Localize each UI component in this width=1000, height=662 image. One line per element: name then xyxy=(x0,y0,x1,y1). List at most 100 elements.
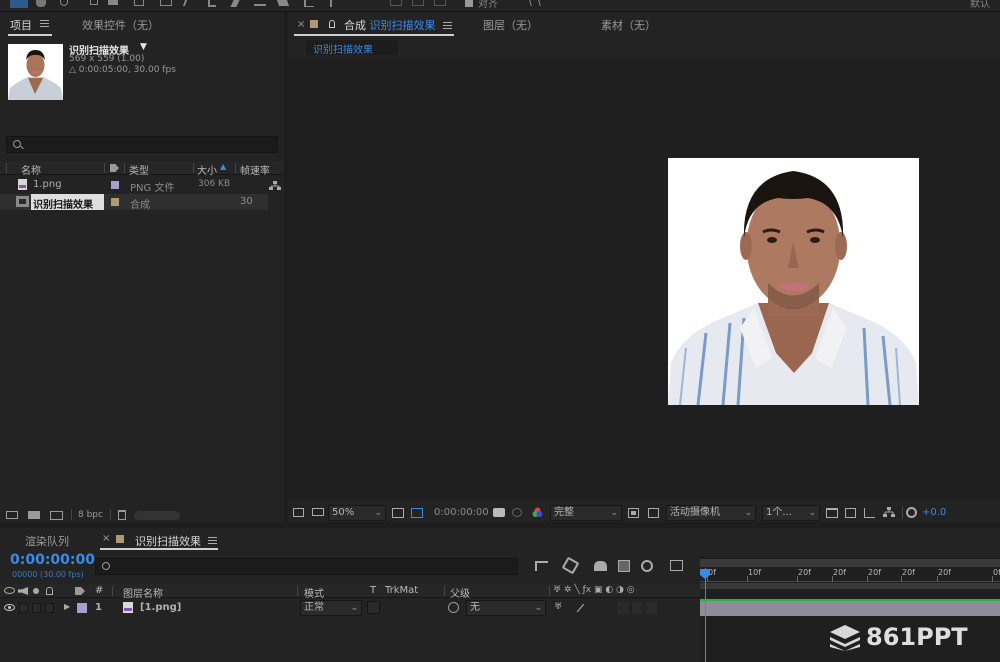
views-select[interactable]: 1个... ⌄ xyxy=(762,505,820,521)
pan-behind-tool-icon[interactable] xyxy=(134,0,144,6)
tab-project[interactable]: 项目 xyxy=(10,17,32,33)
close-tab-icon[interactable]: × xyxy=(102,533,110,544)
label-tag-icon[interactable] xyxy=(110,164,119,172)
comp-mini-flowchart-icon[interactable] xyxy=(535,561,548,571)
mask-visibility-icon[interactable] xyxy=(411,508,423,518)
text-tool-icon[interactable] xyxy=(208,0,216,7)
tab-layer[interactable]: 图层（无） xyxy=(483,17,538,33)
timeline-current-time[interactable]: 0:00:00:00 xyxy=(10,552,95,568)
time-navigator[interactable] xyxy=(700,559,1000,567)
fast-previews-icon[interactable] xyxy=(845,508,856,518)
work-area-bar[interactable] xyxy=(700,583,1000,589)
playhead-line[interactable] xyxy=(705,568,706,662)
interpret-footage-icon[interactable] xyxy=(6,511,18,519)
panel-menu-icon[interactable] xyxy=(40,20,49,27)
audio-toggle[interactable] xyxy=(19,603,28,613)
tab-render-queue[interactable]: 渲染队列 xyxy=(25,533,69,549)
preview-dropdown-icon[interactable]: ▼ xyxy=(140,42,147,52)
tab-composition[interactable]: 合成 识别扫描效果 xyxy=(344,17,436,33)
monitor-icon[interactable] xyxy=(312,508,324,516)
camera-select[interactable]: 活动摄像机 ⌄ xyxy=(666,505,756,521)
color-channels-icon[interactable] xyxy=(532,507,543,518)
video-visibility-icon[interactable] xyxy=(4,587,15,594)
clone-stamp-tool-icon[interactable] xyxy=(254,0,266,6)
exposure-reset-icon[interactable] xyxy=(906,507,917,518)
tab-footage[interactable]: 素材（无） xyxy=(601,17,656,33)
toggle-pixel-aspect-icon[interactable] xyxy=(826,508,838,518)
timeline-icon[interactable] xyxy=(864,508,875,518)
switch-slot[interactable] xyxy=(618,602,629,614)
time-ruler[interactable]: 0f 10f 20f 20f 20f 20f 20f 0f xyxy=(700,568,1000,582)
column-size[interactable]: 大小 xyxy=(197,162,217,177)
quality-switch-icon[interactable] xyxy=(576,603,585,613)
zoom-select[interactable]: 50% ⌄ xyxy=(328,505,386,521)
workspace-label[interactable]: 默认 xyxy=(970,0,990,10)
rectangle-tool-icon[interactable] xyxy=(160,0,172,6)
parent-select[interactable]: 无 ⌄ xyxy=(466,600,546,616)
item-label-swatch[interactable] xyxy=(111,181,119,189)
switch-slot[interactable] xyxy=(646,602,657,614)
audio-icon[interactable] xyxy=(18,587,28,595)
draft-3d-icon[interactable] xyxy=(561,556,580,575)
list-item[interactable]: 识别扫描效果 合成 30 xyxy=(0,194,268,211)
bit-depth-button[interactable]: 8 bpc xyxy=(78,510,103,520)
preserve-transparency-toggle[interactable] xyxy=(367,601,380,614)
panel-menu-icon[interactable] xyxy=(208,537,217,544)
world-axis-icon[interactable] xyxy=(412,0,424,6)
current-time-display[interactable]: 0:00:00:00 xyxy=(434,507,489,518)
brush-tool-icon[interactable] xyxy=(230,0,240,7)
sort-ascending-icon[interactable]: ▲ xyxy=(220,162,226,171)
frame-blending-icon[interactable] xyxy=(618,560,630,572)
eraser-tool-icon[interactable] xyxy=(276,0,290,6)
composition-canvas[interactable] xyxy=(288,58,1000,500)
zoom-tool-icon[interactable] xyxy=(60,0,68,6)
selection-tool-icon[interactable] xyxy=(10,0,28,8)
layer-duration-bar[interactable] xyxy=(700,600,1000,616)
expand-triangle-icon[interactable]: ▶ xyxy=(64,602,70,611)
transparency-grid-icon[interactable] xyxy=(648,508,659,518)
table-row[interactable]: ▶ 1 [1.png] 正常 ⌄ 无 ⌄ ♅ xyxy=(0,600,700,616)
column-framerate[interactable]: 帧速率 xyxy=(240,162,270,177)
item-label-swatch[interactable] xyxy=(111,198,119,206)
snapshot-icon[interactable] xyxy=(493,508,505,517)
view-axis-icon[interactable] xyxy=(434,0,446,6)
puppet-tool-icon[interactable] xyxy=(330,0,340,7)
snap-options-icon[interactable] xyxy=(529,0,541,6)
snap-checkbox[interactable] xyxy=(465,0,473,7)
always-preview-icon[interactable] xyxy=(293,508,304,517)
local-axis-icon[interactable] xyxy=(390,0,402,6)
graph-editor-icon[interactable] xyxy=(670,560,683,571)
lock-toggle[interactable] xyxy=(45,603,54,613)
lock-icon[interactable] xyxy=(46,587,53,595)
camera-tool-icon[interactable] xyxy=(108,0,118,5)
new-composition-icon[interactable] xyxy=(50,511,63,520)
column-name[interactable]: 名称 xyxy=(21,162,41,177)
rotate-tool-icon[interactable] xyxy=(90,0,98,5)
close-tab-icon[interactable]: × xyxy=(297,19,305,30)
switch-slot[interactable] xyxy=(632,602,643,614)
show-snapshot-icon[interactable] xyxy=(512,508,522,517)
safe-margins-icon[interactable] xyxy=(392,508,404,518)
flowchart-icon[interactable] xyxy=(269,181,281,190)
column-layer-name[interactable]: 图层名称 xyxy=(123,585,163,600)
project-search-input[interactable] xyxy=(6,136,278,153)
roto-brush-tool-icon[interactable] xyxy=(304,0,314,7)
motion-blur-icon[interactable] xyxy=(641,560,653,572)
solo-toggle[interactable] xyxy=(32,603,41,613)
layer-visibility-icon[interactable] xyxy=(4,604,15,611)
layer-name[interactable]: [1.png] xyxy=(140,602,181,613)
pick-whip-icon[interactable] xyxy=(448,602,459,613)
collapse-switch-icon[interactable]: ♅ xyxy=(554,602,562,612)
tab-effect-controls[interactable]: 效果控件（无） xyxy=(82,17,159,33)
lock-icon[interactable] xyxy=(329,20,335,28)
region-of-interest-icon[interactable] xyxy=(628,508,639,518)
shy-layers-icon[interactable] xyxy=(594,561,607,571)
new-folder-icon[interactable] xyxy=(28,511,40,519)
solo-icon[interactable] xyxy=(33,588,39,594)
blend-mode-select[interactable]: 正常 ⌄ xyxy=(300,600,362,616)
label-tag-icon[interactable] xyxy=(75,587,85,595)
pen-tool-icon[interactable] xyxy=(182,0,194,6)
tab-timeline-comp[interactable]: 识别扫描效果 xyxy=(135,533,201,549)
list-item[interactable]: 1.png PNG 文件 306 KB xyxy=(0,177,284,194)
column-type[interactable]: 类型 xyxy=(129,162,149,177)
